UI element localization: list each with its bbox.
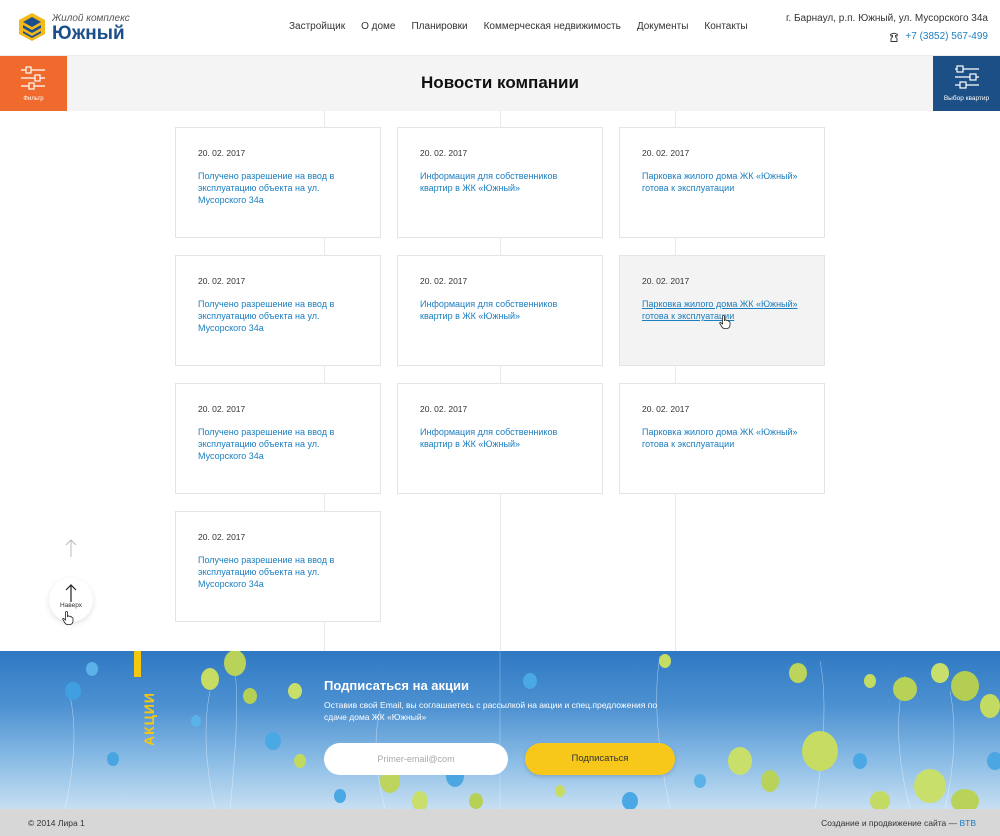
news-date: 20. 02. 2017 [198, 532, 246, 542]
filter-label: Фильтр [23, 96, 44, 102]
news-date: 20. 02. 2017 [642, 148, 690, 158]
news-card[interactable]: 20. 02. 2017 Информация для собственнико… [397, 383, 603, 494]
news-title-link[interactable]: Получено разрешение на ввод в эксплуатац… [198, 426, 358, 462]
arrow-up-icon [65, 584, 77, 602]
phone-link[interactable]: +7 (3852) 567-499 [905, 31, 988, 42]
news-title-link[interactable]: Парковка жилого дома ЖК «Южный» готова к… [642, 170, 802, 194]
news-title-link[interactable]: Получено разрешение на ввод в эксплуатац… [198, 554, 358, 590]
copyright: © 2014 Лира 1 [28, 818, 85, 828]
main-nav: Застройщик О доме Планировки Коммерческа… [289, 21, 764, 32]
nav-item-contacts[interactable]: Контакты [704, 21, 747, 32]
hand-cursor-icon [62, 611, 74, 625]
subscribe-section: АКЦИИ Подписаться на акции Оставив свой … [0, 651, 1000, 809]
phone-icon [890, 32, 899, 42]
apartment-select-label: Выбор квартир [943, 95, 990, 102]
news-title-link[interactable]: Получено разрешение на ввод в эксплуатац… [198, 298, 358, 334]
news-date: 20. 02. 2017 [198, 148, 246, 158]
nav-item-layouts[interactable]: Планировки [411, 21, 467, 32]
nav-item-about[interactable]: О доме [361, 21, 395, 32]
news-card[interactable]: 20. 02. 2017 Получено разрешение на ввод… [175, 127, 381, 238]
news-date: 20. 02. 2017 [642, 276, 690, 286]
news-date: 20. 02. 2017 [198, 404, 246, 414]
news-card[interactable]: 20. 02. 2017 Получено разрешение на ввод… [175, 511, 381, 622]
logo[interactable]: Жилой комплекс Южный [18, 12, 138, 46]
news-date: 20. 02. 2017 [642, 404, 690, 414]
email-field[interactable] [324, 743, 508, 775]
arrow-up-icon [65, 539, 77, 557]
logo-icon [19, 13, 45, 41]
address: г. Барнаул, р.п. Южный, ул. Мусорского 3… [785, 13, 988, 24]
news-date: 20. 02. 2017 [420, 148, 468, 158]
news-title-link[interactable]: Информация для собственников квартир в Ж… [420, 426, 580, 450]
scroll-to-top-label: Наверх [59, 602, 83, 609]
nav-item-commercial[interactable]: Коммерческая недвижимость [484, 21, 621, 32]
news-title-link[interactable]: Получено разрешение на ввод в эксплуатац… [198, 170, 358, 206]
news-card[interactable]: 20. 02. 2017 Получено разрешение на ввод… [175, 383, 381, 494]
subscribe-description: Оставив свой Email, вы соглашаетесь с ра… [324, 700, 658, 722]
credit-link[interactable]: BTB [959, 818, 976, 828]
apartment-select-button[interactable]: Выбор квартир [933, 56, 1000, 111]
news-title-link[interactable]: Парковка жилого дома ЖК «Южный» готова к… [642, 426, 802, 450]
nav-item-developer[interactable]: Застройщик [289, 21, 345, 32]
subscribe-title: Подписаться на акции [324, 678, 470, 693]
news-card[interactable]: 20. 02. 2017 Информация для собственнико… [397, 255, 603, 366]
site-footer: © 2014 Лира 1 Создание и продвижение сай… [0, 809, 1000, 836]
news-card[interactable]: 20. 02. 2017 Информация для собственнико… [397, 127, 603, 238]
news-card[interactable]: 20. 02. 2017 Парковка жилого дома ЖК «Юж… [619, 127, 825, 238]
news-card[interactable]: 20. 02. 2017 Получено разрешение на ввод… [175, 255, 381, 366]
news-date: 20. 02. 2017 [198, 276, 246, 286]
title-band: Фильтр Новости компании Выбор квартир [0, 56, 1000, 111]
news-title-link[interactable]: Информация для собственников квартир в Ж… [420, 298, 580, 322]
site-header: Жилой комплекс Южный Застройщик О доме П… [0, 0, 1000, 56]
page-title: Новости компании [421, 73, 579, 92]
subscribe-button[interactable]: Подписаться [525, 743, 675, 775]
apartment-plan-icon [955, 65, 979, 89]
promo-side-label: АКЦИИ [141, 691, 158, 747]
nav-item-documents[interactable]: Документы [637, 21, 689, 32]
news-title-link[interactable]: Информация для собственников квартир в Ж… [420, 170, 580, 194]
news-date: 20. 02. 2017 [420, 276, 468, 286]
logo-title: Южный [52, 23, 125, 44]
news-date: 20. 02. 2017 [420, 404, 468, 414]
promo-side-accent [134, 651, 141, 677]
developer-credit: Создание и продвижение сайта — BTB [821, 818, 976, 828]
hand-cursor-icon [719, 315, 731, 329]
credit-text: Создание и продвижение сайта — [821, 818, 958, 828]
news-card[interactable]: 20. 02. 2017 Парковка жилого дома ЖК «Юж… [619, 383, 825, 494]
news-card-hovered[interactable]: 20. 02. 2017 Парковка жилого дома ЖК «Юж… [619, 255, 825, 366]
contact-info: г. Барнаул, р.п. Южный, ул. Мусорского 3… [786, 13, 988, 42]
